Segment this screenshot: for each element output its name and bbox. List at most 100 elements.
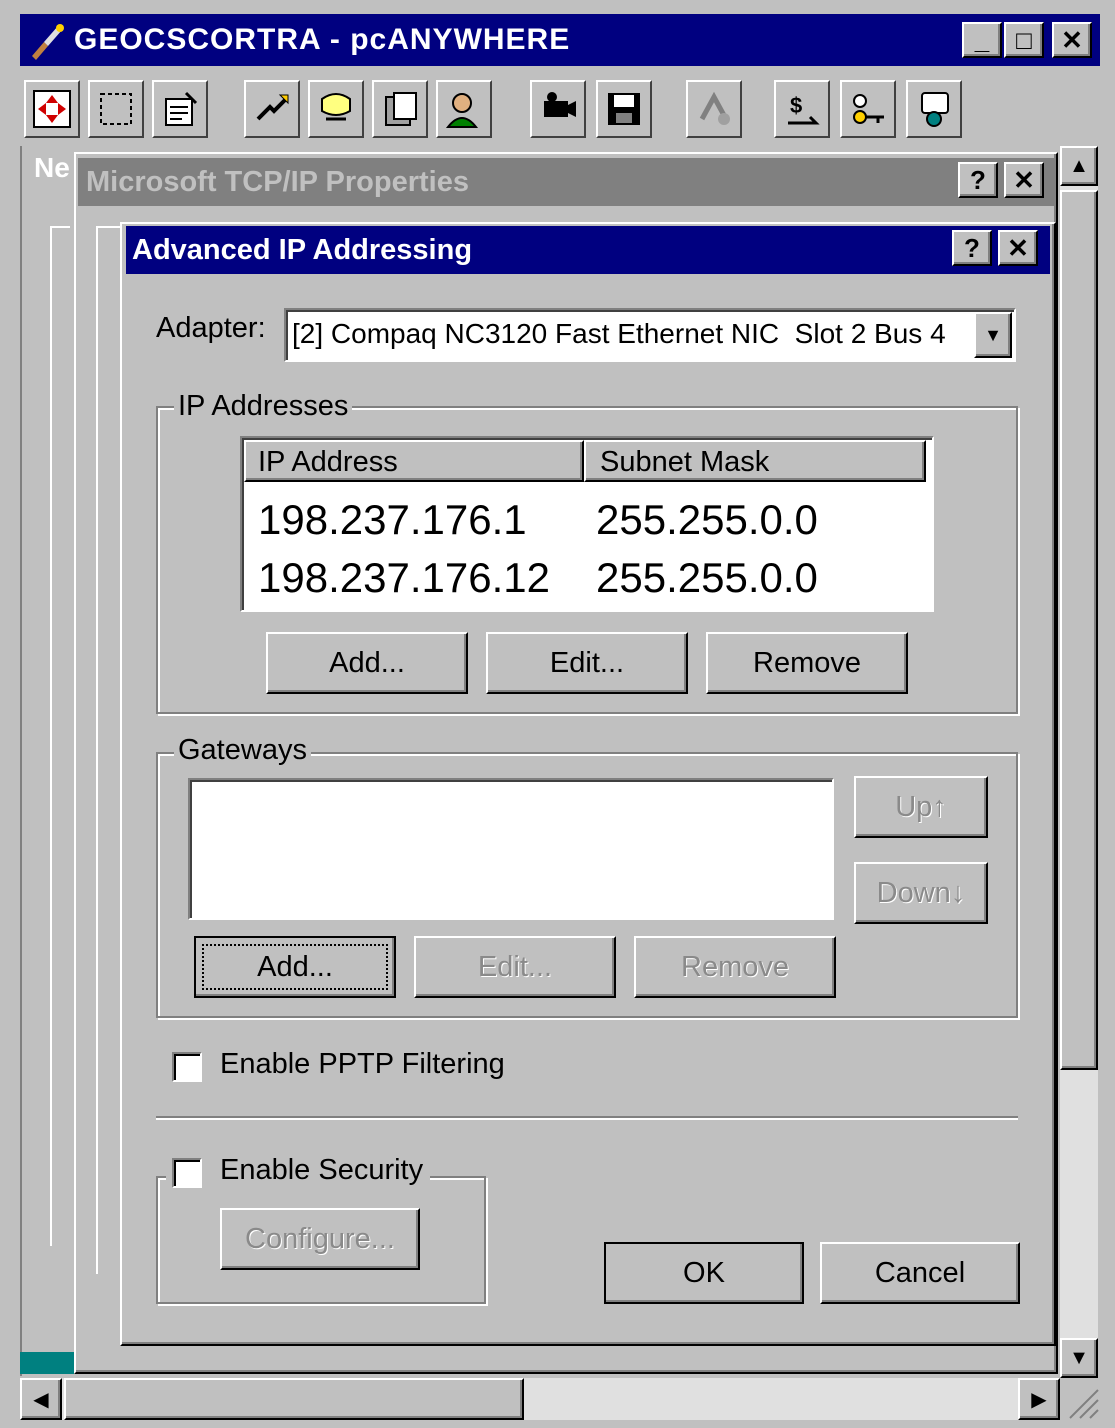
save-icon (608, 93, 640, 125)
close-icon: ✕ (1061, 24, 1083, 55)
scroll-left-icon: ◀ (33, 1388, 49, 1411)
gateway-up-label: Up↑ (895, 790, 947, 823)
main-window-title: GEOCSCORTRA - pcANYWHERE (74, 23, 571, 56)
adapter-select-value: [2] Compaq NC3120 Fast Ethernet NIC Slot… (292, 318, 946, 349)
gateway-remove-label: Remove (681, 950, 789, 983)
cancel-label: Cancel (874, 1256, 966, 1289)
toolbar-move-button[interactable] (24, 80, 80, 138)
advanced-close-button[interactable]: ✕ (998, 230, 1038, 266)
scroll-right-icon: ▶ (1031, 1388, 1047, 1411)
ip-edit-button[interactable]: Edit... (486, 632, 688, 694)
toolbar-file-transfer-button[interactable]: $ (774, 80, 830, 138)
minimize-icon: _ (974, 24, 990, 55)
scroll-down-icon: ▼ (1069, 1346, 1089, 1369)
subnet-mask-cell: 255.255.0.0 (596, 554, 818, 601)
toolbar-camera-button[interactable] (530, 80, 586, 138)
toolbar-help-button[interactable] (906, 80, 962, 138)
adapter-label: Adapter: (156, 312, 266, 344)
maximize-button[interactable]: □ (1004, 22, 1044, 58)
configure-button[interactable]: Configure... (220, 1208, 420, 1270)
toolbar-key-button[interactable] (840, 80, 896, 138)
gateways-label: Gateways (174, 734, 311, 767)
size-grip-icon[interactable] (1062, 1380, 1100, 1420)
ip-address-cell: 198.237.176.1 (258, 496, 527, 543)
enable-security-label[interactable]: Enable Security (220, 1154, 423, 1187)
gateway-add-button[interactable]: Add... (194, 936, 396, 998)
scroll-up-button[interactable]: ▲ (1060, 146, 1098, 186)
toolbar-connection-button[interactable] (686, 80, 742, 138)
app-icon (26, 20, 68, 62)
ip-addresses-label: IP Addresses (174, 390, 353, 423)
minimize-button[interactable]: _ (962, 22, 1002, 58)
ip-remove-button[interactable]: Remove (706, 632, 908, 694)
section-divider (156, 1116, 1018, 1120)
chevron-down-icon: ▼ (984, 324, 1002, 345)
gateway-add-label: Add... (257, 950, 333, 983)
toolbar-clipboard-button[interactable] (372, 80, 428, 138)
scroll-up-icon: ▲ (1069, 154, 1089, 177)
tcpip-help-button[interactable]: ? (958, 162, 998, 198)
property-page-edge (96, 226, 120, 1274)
help-question-icon: ? (964, 232, 980, 263)
gateway-edit-button[interactable]: Edit... (414, 936, 616, 998)
horizontal-scroll-thumb[interactable] (64, 1378, 524, 1420)
transfer-icon (256, 94, 289, 121)
svg-text:$: $ (790, 93, 802, 118)
properties-icon (165, 91, 198, 126)
connection-icon (699, 91, 730, 125)
scroll-right-button[interactable]: ▶ (1018, 1378, 1060, 1420)
clipboard-icon (385, 92, 417, 126)
background-window-label: Ne (34, 152, 70, 183)
advanced-dialog-title: Advanced IP Addressing (132, 234, 473, 266)
user-icon (445, 93, 479, 128)
scroll-down-button[interactable]: ▼ (1060, 1338, 1098, 1378)
toolbar-save-button[interactable] (596, 80, 652, 138)
enable-security-checkbox[interactable] (172, 1158, 202, 1188)
toolbar-user-button[interactable] (436, 80, 492, 138)
gateway-down-label: Down↓ (876, 876, 966, 909)
key-icon (853, 94, 884, 124)
close-icon: ✕ (1007, 232, 1029, 263)
close-main-button[interactable]: ✕ (1052, 22, 1092, 58)
cancel-button[interactable]: Cancel (820, 1242, 1020, 1304)
subnet-mask-header-label: Subnet Mask (600, 446, 770, 478)
ip-address-header-label: IP Address (258, 446, 398, 478)
chat-icon (321, 93, 351, 121)
tcpip-close-button[interactable]: ✕ (1004, 162, 1044, 198)
help-icon (921, 92, 949, 127)
ok-button[interactable]: OK (604, 1242, 804, 1304)
pptp-filtering-label[interactable]: Enable PPTP Filtering (220, 1048, 505, 1081)
toolbar-transfer-button[interactable] (244, 80, 300, 138)
close-icon: ✕ (1013, 164, 1035, 195)
gateway-up-button[interactable]: Up↑ (854, 776, 988, 838)
toolbar-chat-button[interactable] (308, 80, 364, 138)
move-icon (33, 90, 71, 128)
toolbar-select-button[interactable] (88, 80, 144, 138)
ok-label: OK (683, 1256, 725, 1289)
tcpip-dialog-title: Microsoft TCP/IP Properties (86, 166, 469, 198)
toolbar-properties-button[interactable] (152, 80, 208, 138)
camera-icon (544, 92, 576, 117)
subnet-mask-cell: 255.255.0.0 (596, 496, 818, 543)
vertical-scroll-thumb[interactable] (1060, 190, 1098, 1070)
gateway-down-button[interactable]: Down↓ (854, 862, 988, 924)
configure-label: Configure... (245, 1222, 395, 1255)
advanced-help-button[interactable]: ? (952, 230, 992, 266)
help-question-icon: ? (970, 164, 986, 195)
ip-add-button[interactable]: Add... (266, 632, 468, 694)
select-icon (100, 93, 132, 125)
gateway-remove-button[interactable]: Remove (634, 936, 836, 998)
ip-add-label: Add... (329, 646, 405, 679)
background-teal-bar (20, 1352, 80, 1374)
ip-address-cell: 198.237.176.12 (258, 554, 550, 601)
gateway-edit-label: Edit... (477, 950, 553, 983)
file-transfer-icon: $ (788, 93, 820, 125)
property-page-edge-outer (50, 226, 70, 1246)
pptp-filtering-checkbox[interactable] (172, 1052, 202, 1082)
adapter-dropdown-button[interactable]: ▼ (974, 312, 1012, 358)
ip-remove-label: Remove (753, 646, 861, 679)
maximize-icon: □ (1016, 24, 1032, 55)
scroll-left-button[interactable]: ◀ (20, 1378, 62, 1420)
ip-edit-label: Edit... (549, 646, 625, 679)
gateways-list[interactable] (188, 778, 834, 920)
